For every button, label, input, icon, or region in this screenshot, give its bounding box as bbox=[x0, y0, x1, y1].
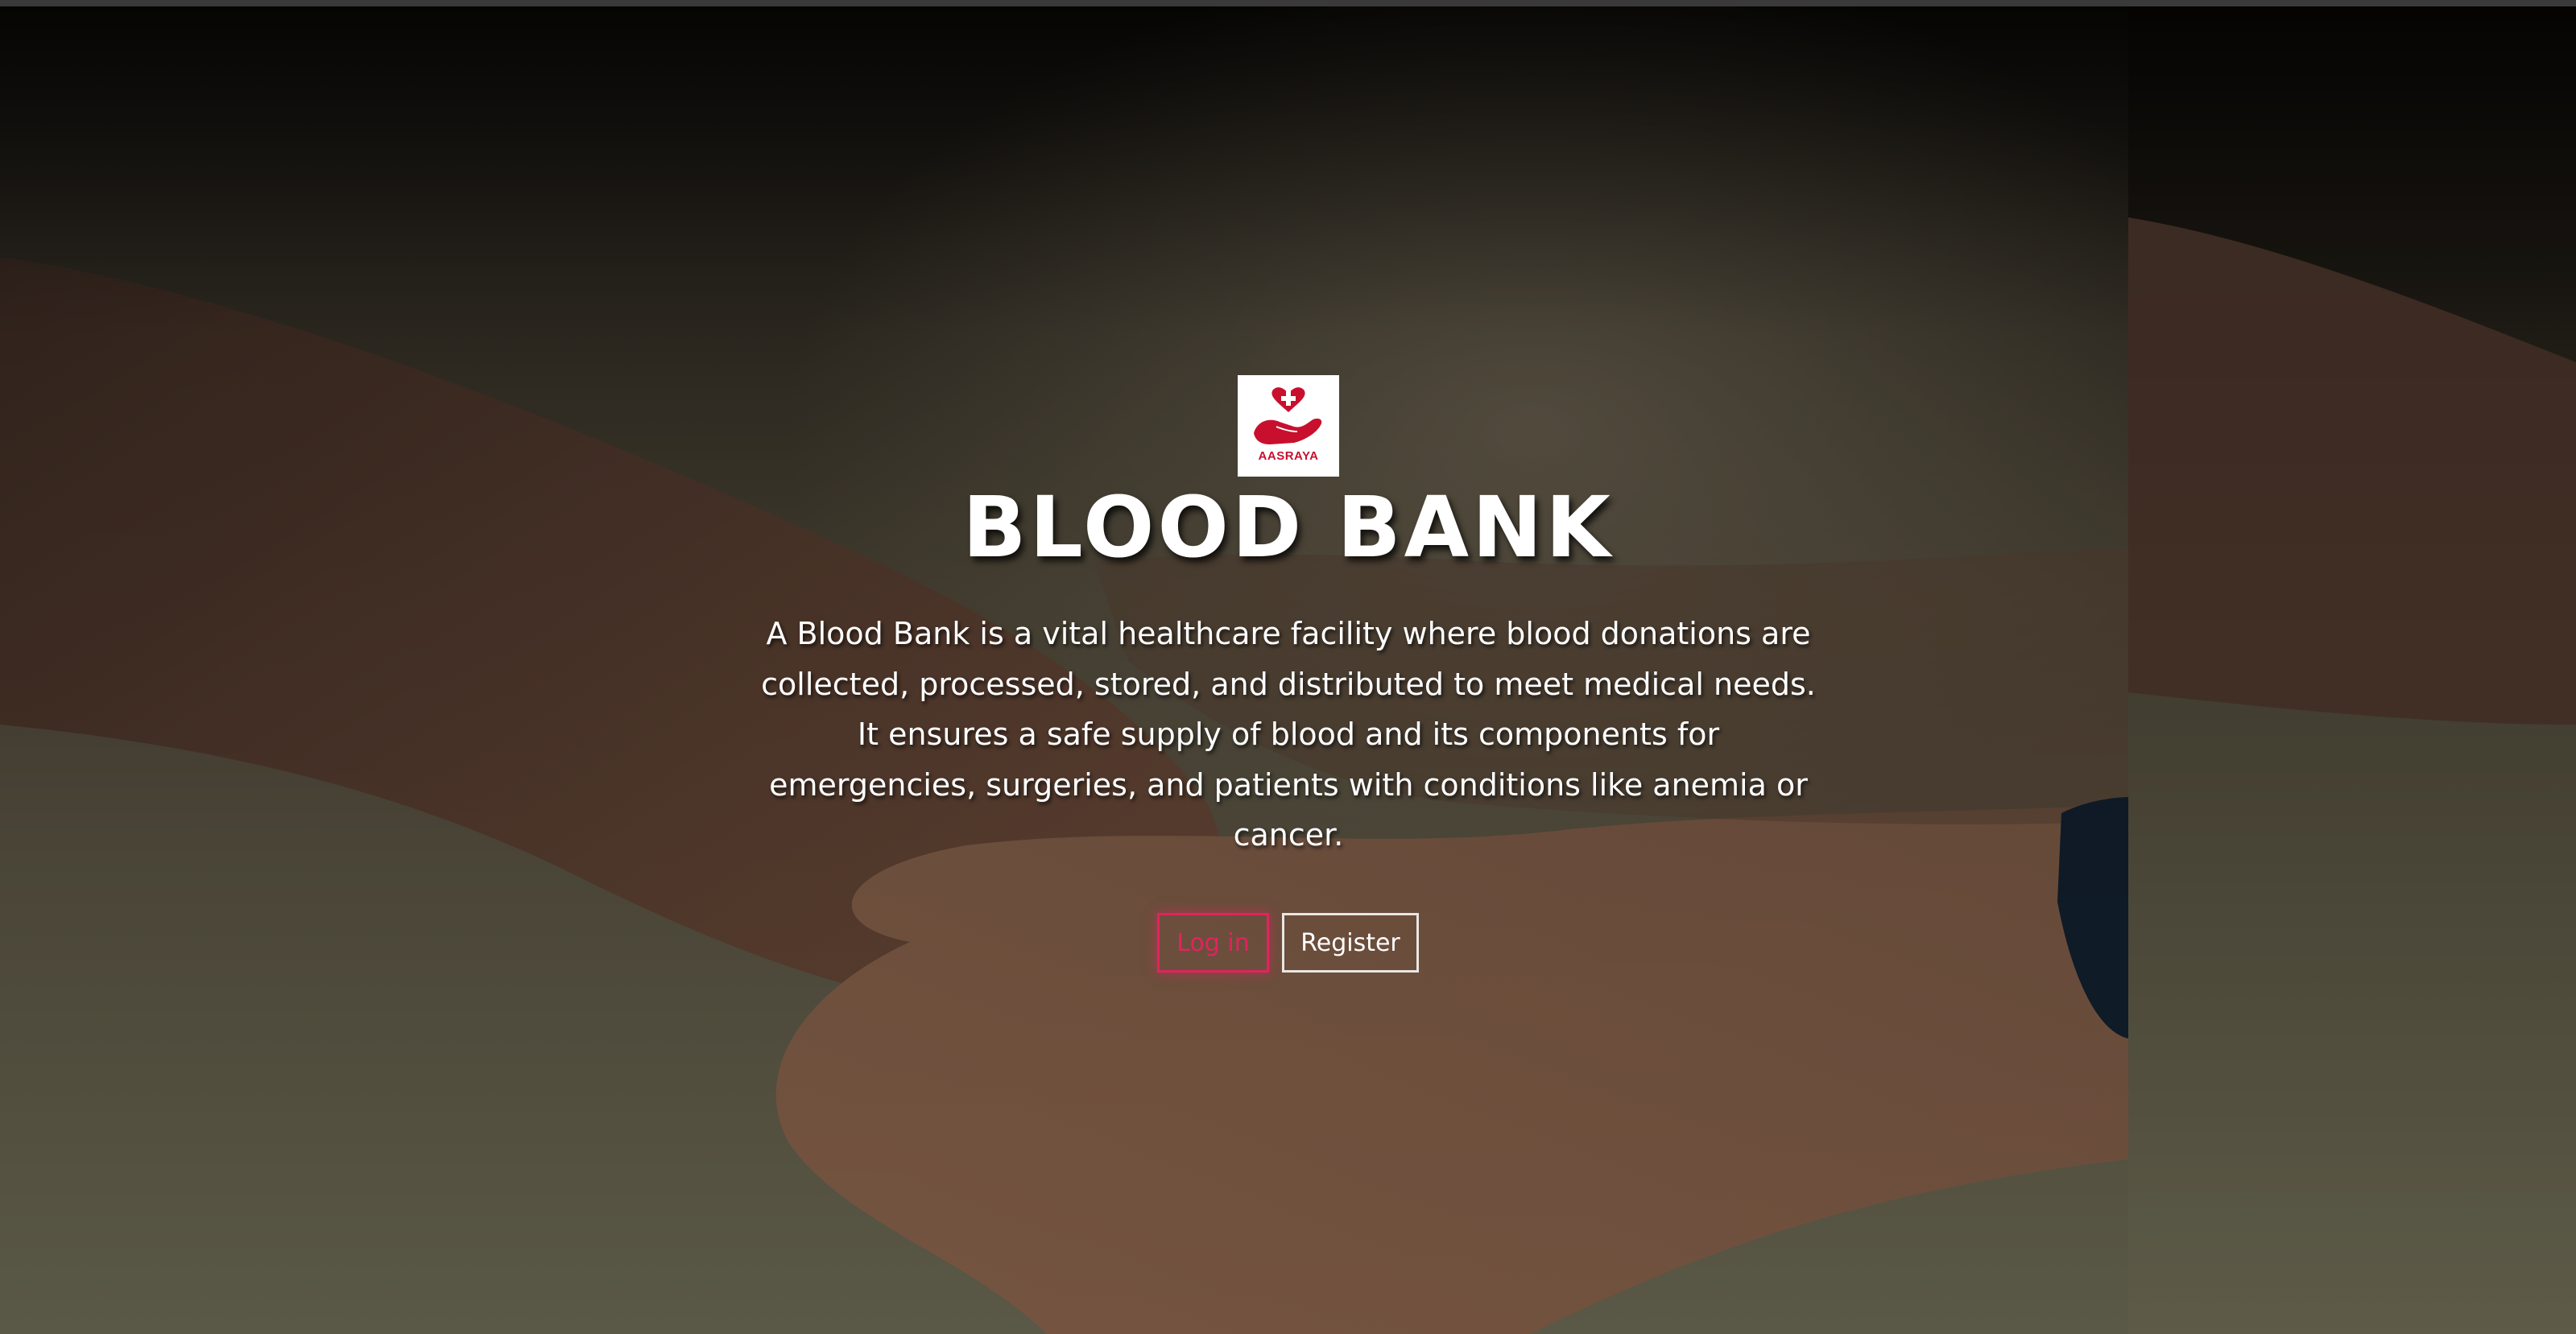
hero-section: AASRAYA BLOOD BANK A Blood Bank is a vit… bbox=[0, 0, 2576, 1334]
logo-text: AASRAYA bbox=[1258, 449, 1319, 463]
register-button[interactable]: Register bbox=[1282, 913, 1419, 973]
landing-page: AASRAYA BLOOD BANK A Blood Bank is a vit… bbox=[0, 0, 2576, 1334]
login-button[interactable]: Log in bbox=[1157, 913, 1269, 973]
logo: AASRAYA bbox=[1238, 375, 1339, 477]
top-strip bbox=[0, 0, 2576, 6]
hero-description: A Blood Bank is a vital healthcare facil… bbox=[761, 616, 1816, 853]
page-title: BLOOD BANK bbox=[962, 478, 1614, 576]
